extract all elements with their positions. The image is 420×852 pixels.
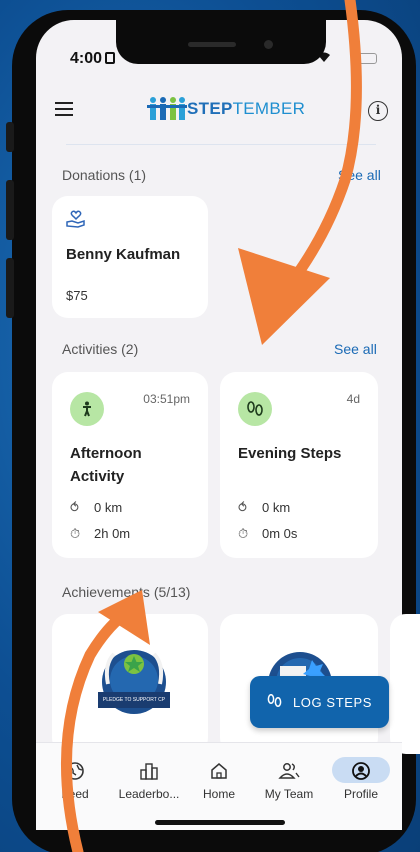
activity-distance: ⥀ 0 km [70,500,123,515]
phone-side-button [6,258,14,318]
tab-profile[interactable]: Profile [332,757,390,801]
info-icon[interactable]: i [368,101,388,121]
walking-person-icon [70,392,104,426]
heart-hand-icon [66,210,86,233]
tab-label: Feed [61,787,89,801]
podium-icon [116,757,182,783]
donations-title: Donations (1) [62,167,147,183]
stopwatch-icon: ⏱ [238,526,249,541]
achievement-card[interactable] [390,614,420,754]
tab-leaderboard[interactable]: Leaderbo... [116,757,182,801]
tab-label: Leaderbo... [118,787,180,801]
activity-duration: ⏱ 2h 0m [70,526,131,541]
stopwatch-icon: ⏱ [70,526,81,541]
home-icon [196,757,242,783]
tab-label: Profile [343,787,378,801]
log-steps-label: LOG STEPS [292,694,373,710]
tab-my-team[interactable]: My Team [258,757,320,801]
menu-button[interactable] [55,102,73,116]
activity-time: 4d [346,392,360,406]
route-icon: ⥀ [70,500,79,515]
activity-time: 03:51pm [143,392,190,406]
logo-text-tember: TEMBER [232,99,306,118]
donation-amount: $75 [66,288,88,303]
achievement-badge-text: PLEDGE TO SUPPORT CP [102,697,166,703]
activity-distance: ⥀ 0 km [238,500,291,515]
people-logo-icon [147,97,187,120]
activity-title: Evening Steps [238,445,342,462]
activities-title: Activities (2) [62,341,139,357]
sim-icon [105,52,116,64]
footsteps-icon [238,392,272,426]
log-steps-button[interactable]: LOG STEPS [250,676,389,728]
battery-icon [355,53,377,64]
home-indicator [155,820,285,825]
achievements-title: Achievements (5/13) [62,584,191,600]
activity-duration: ⏱ 0m 0s [238,526,298,541]
activity-card[interactable]: 03:51pm Afternoon Activity ⥀ 0 km ⏱ 2h 0m [52,372,208,558]
donor-name: Benny Kaufman [66,246,181,263]
header-divider [66,144,376,145]
footsteps-icon [267,693,283,711]
bottom-tab-bar: Feed Leaderbo... Home My Team Profile [36,742,402,830]
globe-icon [50,757,100,783]
achievement-card[interactable]: PLEDGE TO SUPPORT CP [52,614,208,754]
activity-card[interactable]: 4d Evening Steps ⥀ 0 km ⏱ 0m 0s [220,372,378,558]
phone-side-button [6,122,14,152]
phone-notch [116,20,326,64]
phone-side-button [6,180,14,240]
logo-text-step: STEP [187,99,233,118]
activity-title: Afternoon Activity [70,445,142,485]
tab-label: My Team [264,787,314,801]
achievement-badge-icon [98,650,170,714]
team-icon [258,757,320,783]
tab-home[interactable]: Home [196,757,242,801]
menu-icon [55,102,73,104]
steptember-logo: STEPTEMBER [147,95,305,123]
tab-label: Home [202,787,235,801]
status-time: 4:00 [70,50,116,68]
donation-card[interactable]: Benny Kaufman $75 [52,196,208,318]
tab-feed[interactable]: Feed [50,757,100,801]
profile-icon [332,757,390,783]
donations-see-all-link[interactable]: See all [338,167,381,183]
activities-see-all-link[interactable]: See all [334,341,377,357]
route-icon: ⥀ [238,500,247,515]
